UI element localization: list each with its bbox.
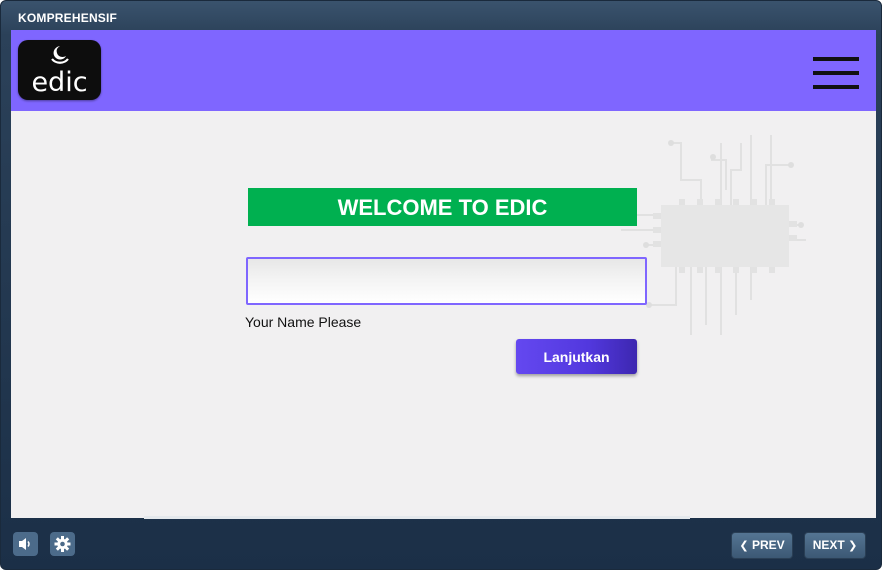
crescent-moon-icon — [51, 46, 69, 64]
prev-button[interactable]: ❮ PREV — [731, 532, 793, 559]
logo-text: edic — [31, 67, 88, 98]
circuit-chip-icon — [618, 135, 806, 335]
welcome-banner: WELCOME TO EDIC — [248, 188, 637, 226]
window-title: KOMPREHENSIF — [18, 11, 118, 25]
prev-label: PREV — [751, 538, 785, 552]
volume-button[interactable] — [13, 532, 38, 556]
slide-stage: edic WELCOME TO EDIC Your Name Please La… — [11, 30, 876, 518]
edic-logo: edic — [18, 40, 101, 100]
course-player: KOMPREHENSIF edic WELCOME TO EDIC Your N… — [0, 0, 882, 570]
next-button[interactable]: NEXT ❯ — [804, 532, 866, 559]
progress-strip — [144, 516, 690, 519]
chevron-right-icon: ❯ — [848, 540, 858, 552]
name-label: Your Name Please — [245, 314, 362, 330]
continue-button[interactable]: Lanjutkan — [516, 339, 637, 374]
slide-header: edic — [11, 30, 876, 111]
hamburger-menu-icon[interactable] — [813, 57, 861, 93]
name-input[interactable] — [246, 257, 647, 305]
gear-icon — [54, 536, 71, 552]
speaker-icon — [19, 538, 30, 550]
chevron-left-icon: ❮ — [739, 540, 749, 552]
next-label: NEXT — [812, 538, 845, 552]
settings-button[interactable] — [50, 532, 75, 556]
